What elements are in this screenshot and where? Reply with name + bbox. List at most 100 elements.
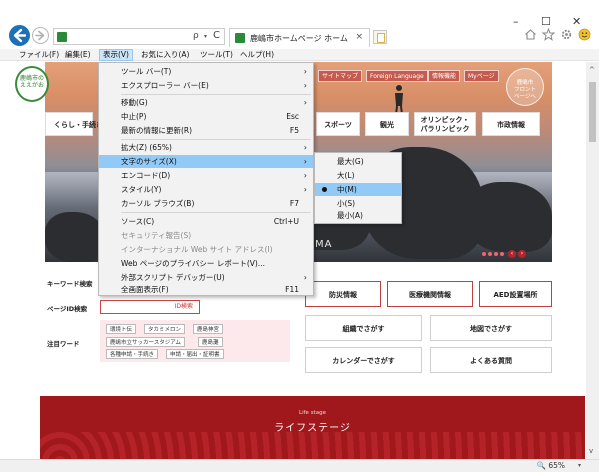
logo-text-line2: ええがお [19, 82, 44, 89]
search-by-map-button[interactable]: 地図でさがす [430, 315, 552, 341]
menu-separator [121, 212, 311, 213]
menu-edit[interactable]: 編集(E) [62, 49, 94, 61]
address-bar[interactable]: ρ ▾ C [53, 28, 225, 45]
id-search-button[interactable]: ID検索 [100, 300, 200, 314]
nav-olympic[interactable]: オリンピック・ パラリンピック [414, 112, 476, 136]
keyword-tag[interactable]: 各種申請・手続き [106, 349, 159, 359]
menu-item-fullscreen[interactable]: 全画面表示(F) F11 [99, 284, 313, 296]
maximize-button[interactable]: ☐ [541, 16, 551, 27]
bousai-button[interactable]: 防災情報 [305, 281, 381, 307]
selected-bullet-icon [322, 187, 327, 192]
hero-caption: MA [315, 239, 333, 250]
scroll-down-arrow-icon[interactable]: v [589, 447, 593, 455]
search-icon[interactable]: ρ [193, 31, 199, 41]
vertical-scrollbar[interactable]: ^ v [586, 62, 599, 459]
faq-button[interactable]: よくある質問 [430, 347, 552, 373]
life-stage-banner[interactable]: Life stage ライフステージ [40, 396, 585, 459]
slider-dot[interactable] [488, 252, 492, 256]
menu-tools[interactable]: ツール(T) [197, 49, 236, 61]
text-size-smallest[interactable]: 最小(A) [315, 210, 401, 222]
forward-button[interactable] [32, 27, 49, 44]
site-favicon-icon [57, 32, 67, 42]
keyword-tag[interactable]: 鹿島灘 [198, 337, 223, 347]
text-size-small[interactable]: 小(S) [315, 197, 401, 210]
menu-separator [121, 94, 311, 95]
keyword-tag[interactable]: 鹿嶋市立サッカースタジアム [106, 337, 185, 347]
keyword-tag[interactable]: 環境ト伝 [106, 324, 137, 334]
close-window-button[interactable]: ✕ [572, 16, 581, 27]
aed-button[interactable]: AED設置場所 [479, 281, 552, 307]
link-my-page[interactable]: Myページ [464, 70, 499, 82]
link-info-functions[interactable]: 情報機能 [428, 70, 461, 82]
menu-item-go[interactable]: 移動(G) › [99, 96, 313, 109]
text-size-medium[interactable]: 中(M) [315, 183, 401, 196]
view-menu: ツール バー(T) › エクスプローラー バー(E) › 移動(G) › 中止(P) E… [98, 62, 314, 296]
chevron-down-icon[interactable]: ▾ [204, 33, 207, 40]
slider-dot[interactable] [500, 252, 504, 256]
favorites-star-icon[interactable] [542, 28, 555, 41]
menu-item-text-size[interactable]: 文字のサイズ(X) › [99, 155, 313, 168]
menu-item-zoom[interactable]: 拡大(Z) (65%) › [99, 141, 313, 154]
menu-bar: ファイル(F) 編集(E) 表示(V) お気に入り(A) ツール(T) ヘルプ(… [0, 49, 599, 61]
front-page-badge[interactable]: 鹿嶋市 フロント ページへ [506, 68, 544, 106]
text-size-large[interactable]: 大(L) [315, 169, 401, 182]
menu-item-source[interactable]: ソース(C) Ctrl+U [99, 215, 313, 228]
menu-file[interactable]: ファイル(F) [16, 49, 62, 61]
menu-item-caret-browsing[interactable]: カーソル ブラウズ(B) F7 [99, 197, 313, 210]
page-id-search-label: ページID検索 [47, 305, 88, 313]
refresh-icon[interactable]: C [213, 30, 220, 41]
slider-dot[interactable] [482, 252, 486, 256]
nav-sports[interactable]: スポーツ [316, 112, 360, 136]
life-stage-subtitle: Life stage [299, 410, 326, 416]
new-tab-button[interactable] [373, 30, 387, 44]
nav-kanko[interactable]: 観光 [365, 112, 409, 136]
menu-help[interactable]: ヘルプ(H) [237, 49, 277, 61]
nav-olympic-line1: オリンピック・ [420, 116, 470, 124]
slider-next-button[interactable]: › [518, 250, 526, 258]
link-sitemap[interactable]: サイトマップ [318, 70, 363, 82]
menu-item-style[interactable]: スタイル(Y) › [99, 183, 313, 196]
menu-item-toolbar[interactable]: ツール バー(T) › [99, 65, 313, 78]
site-logo[interactable]: 鹿嶋市の ええがお [15, 66, 49, 102]
submenu-arrow-icon: › [303, 67, 307, 76]
menu-favorites[interactable]: お気に入り(A) [138, 49, 192, 61]
menu-view[interactable]: 表示(V) [99, 49, 133, 61]
zoom-dropdown-icon[interactable]: ▾ [578, 462, 581, 469]
submenu-arrow-icon: › [303, 98, 307, 107]
tab-close-icon[interactable]: × [355, 32, 363, 42]
keyword-tag[interactable]: タカミメロン [144, 324, 186, 334]
back-button[interactable] [9, 25, 30, 46]
slider-prev-button[interactable]: ‹ [508, 250, 516, 258]
text-size-largest[interactable]: 最大(G) [315, 155, 401, 168]
medical-button[interactable]: 医療機関情報 [387, 281, 473, 307]
keyword-tag[interactable]: 鹿島神宮 [193, 324, 224, 334]
settings-gear-icon[interactable] [560, 28, 573, 41]
home-icon[interactable] [524, 28, 537, 41]
link-foreign-language[interactable]: Foreign Language [366, 70, 428, 82]
menu-item-explorer-bar[interactable]: エクスプローラー バー(E) › [99, 79, 313, 92]
attention-words-box: 環境ト伝 タカミメロン 鹿島神宮 鹿嶋市立サッカースタジアム 鹿島灘 各種申請・… [100, 320, 290, 362]
search-by-organization-button[interactable]: 組織でさがす [305, 315, 422, 341]
zoom-level[interactable]: 🔍 65% [537, 461, 565, 470]
nav-shisei[interactable]: 市政情報 [482, 112, 540, 136]
menu-item-script-debugger[interactable]: 外部スクリプト デバッガー(U) › [99, 271, 313, 284]
menu-item-encoding[interactable]: エンコード(D) › [99, 169, 313, 182]
banner-pattern [40, 432, 585, 459]
keyword-tag[interactable]: 申請・届出・証明書 [166, 349, 224, 359]
menu-item-refresh[interactable]: 最新の情報に更新(R) F5 [99, 124, 313, 137]
front-badge-line3: ページへ [514, 94, 536, 100]
keyword-search-label: キーワード検索 [47, 280, 93, 288]
smiley-feedback-icon[interactable] [578, 28, 591, 41]
menu-item-stop[interactable]: 中止(P) Esc [99, 110, 313, 123]
nav-kurashi[interactable]: くらし・手続き [45, 112, 103, 136]
slider-controls[interactable]: ‹ › [482, 250, 526, 258]
search-by-calendar-button[interactable]: カレンダーでさがす [305, 347, 422, 373]
tab-current[interactable]: 鹿嶋市ホームページ ホーム × [229, 28, 370, 47]
slider-dot[interactable] [494, 252, 498, 256]
submenu-arrow-icon: › [303, 157, 307, 166]
forward-arrow-icon [35, 30, 45, 41]
menu-item-privacy-report[interactable]: Web ページのプライバシー レポート(V)... [99, 257, 313, 270]
minimize-button[interactable]: – [513, 16, 519, 27]
scrollbar-thumb[interactable] [589, 82, 596, 142]
scroll-up-arrow-icon[interactable]: ^ [589, 66, 595, 74]
